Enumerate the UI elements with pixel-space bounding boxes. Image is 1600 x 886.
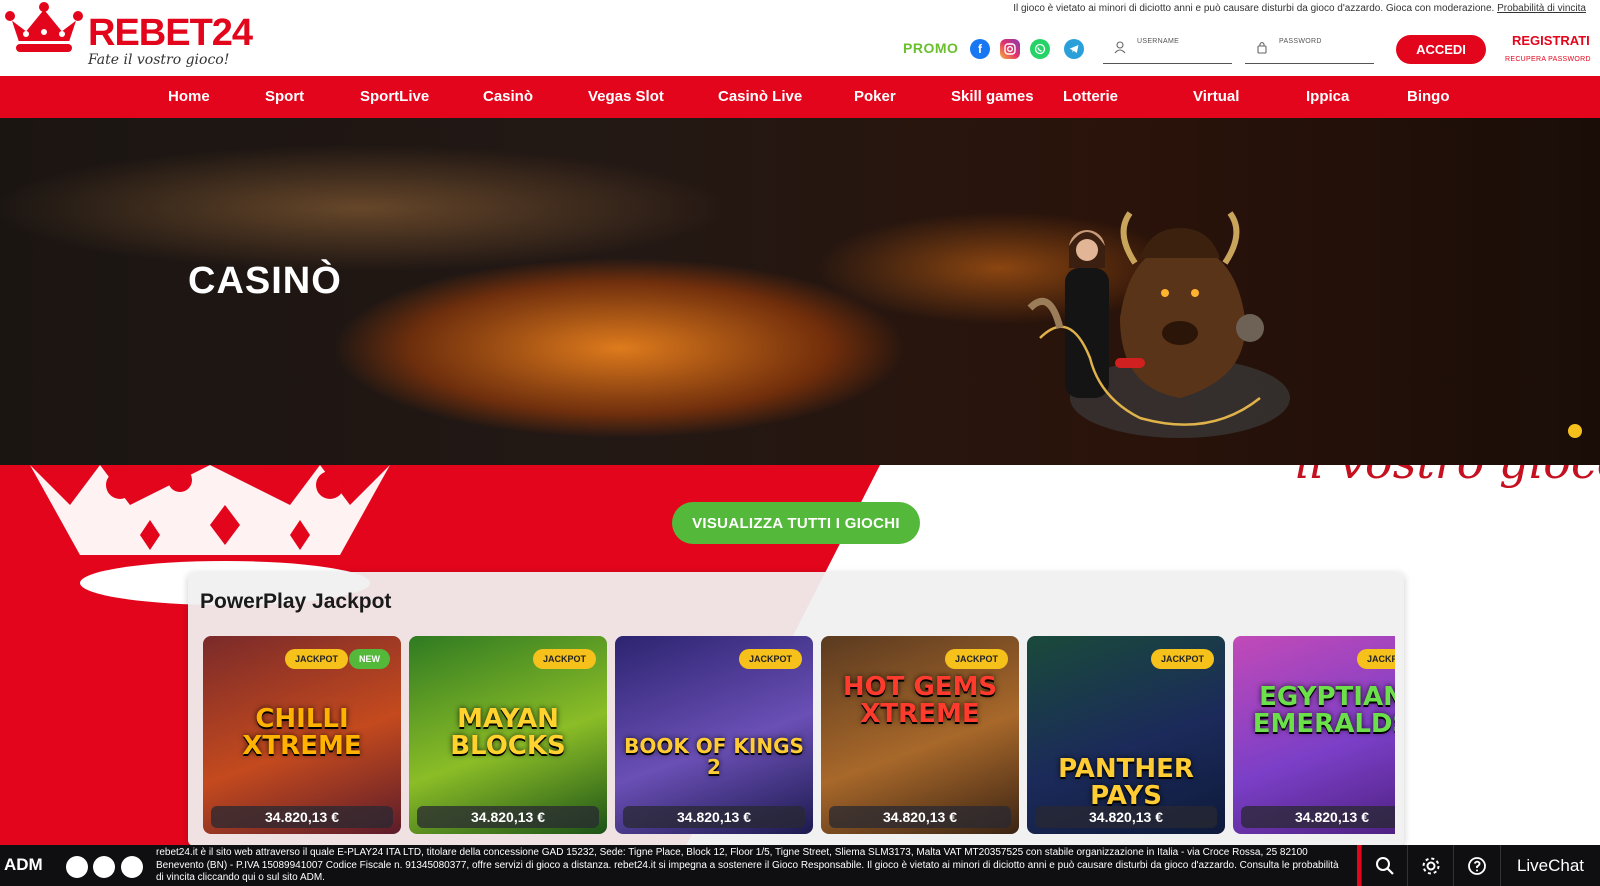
section-title: PowerPlay Jackpot: [200, 590, 392, 613]
main-nav: Home Sport SportLive Casinò Vegas Slot C…: [0, 76, 1600, 118]
age-disclaimer: Il gioco è vietato ai minori di diciotto…: [1013, 3, 1586, 14]
adm-logo[interactable]: ADM: [4, 855, 43, 875]
logo-wordmark-number: 24: [211, 12, 253, 54]
game-card-book-of-kings-2[interactable]: BOOK OF KINGS 2 JACKPOT 34.820,13 €: [615, 636, 813, 834]
gioco-legale-badge-icon: [121, 856, 143, 878]
jackpot-amount: 34.820,13 €: [623, 806, 805, 828]
jackpot-amount: 34.820,13 €: [1241, 806, 1395, 828]
jackpot-badge: JACKP: [1357, 649, 1395, 669]
nav-item-virtual[interactable]: Virtual: [1193, 88, 1239, 105]
search-icon[interactable]: [1361, 845, 1407, 886]
telegram-icon[interactable]: [1064, 39, 1084, 59]
view-all-games-button[interactable]: VISUALIZZA TUTTI I GIOCHI: [672, 502, 920, 544]
gear-icon[interactable]: [1407, 845, 1453, 886]
site-logo[interactable]: REBET24 Fate il vostro gioco!: [4, 0, 284, 74]
game-card-egyptian-emeralds[interactable]: EGYPTIAN EMERALDS JACKP 34.820,13 €: [1233, 636, 1395, 834]
username-field[interactable]: USERNAME: [1103, 34, 1232, 64]
jackpot-badge: JACKPOT: [739, 649, 803, 669]
nav-item-casino[interactable]: Casinò: [483, 88, 533, 105]
jackpot-badge: JACKPOT: [533, 649, 597, 669]
jackpot-badge: JACKPOT: [945, 649, 1009, 669]
hero-title: CASINÒ: [188, 260, 342, 302]
help-icon[interactable]: [1453, 845, 1499, 886]
username-label: USERNAME: [1137, 38, 1180, 45]
crown-logo-icon: [5, 2, 83, 52]
nav-item-home[interactable]: Home: [168, 88, 210, 105]
login-button[interactable]: ACCEDI: [1396, 35, 1486, 64]
carousel-dot[interactable]: [1568, 424, 1582, 438]
jackpot-amount: 34.820,13 €: [417, 806, 599, 828]
background-tagline: il vostro gioco!: [1295, 465, 1600, 489]
nav-item-bingo[interactable]: Bingo: [1407, 88, 1450, 105]
whatsapp-icon[interactable]: [1030, 39, 1050, 59]
games-carousel: CHILLI XTREME JACKPOT NEW 34.820,13 € MA…: [203, 636, 1395, 836]
gioco-sicuro-badge-icon: [93, 856, 115, 878]
adm-label: ADM: [4, 855, 43, 874]
game-title: HOT GEMS XTREME: [842, 672, 998, 730]
game-card-panther-pays[interactable]: PANTHER PAYS JACKPOT 34.820,13 €: [1027, 636, 1225, 834]
new-badge: NEW: [349, 649, 390, 669]
game-title: BOOK OF KINGS 2: [624, 734, 804, 779]
legal-text: rebet24.it è il sito web attraverso il q…: [156, 847, 1339, 883]
winning-odds-link[interactable]: Probabilità di vincita: [1497, 3, 1586, 14]
nav-item-vegas-slot[interactable]: Vegas Slot: [588, 88, 664, 105]
nav-item-sport[interactable]: Sport: [265, 88, 304, 105]
password-field[interactable]: PASSWORD: [1245, 34, 1374, 64]
game-title: MAYAN BLOCKS: [450, 704, 566, 762]
game-card-chilli-xtreme[interactable]: CHILLI XTREME JACKPOT NEW 34.820,13 €: [203, 636, 401, 834]
nav-item-skill-games[interactable]: Skill games: [951, 88, 1034, 105]
game-title: EGYPTIAN EMERALDS: [1252, 682, 1395, 740]
instagram-icon[interactable]: [1000, 39, 1020, 59]
recover-password-link[interactable]: RECUPERA PASSWORD: [1505, 56, 1591, 63]
jackpot-badge: JACKPOT: [285, 649, 349, 669]
nav-item-casino-live[interactable]: Casinò Live: [718, 88, 802, 105]
footer-bar: ADM rebet24.it è il sito web attraverso …: [0, 845, 1600, 886]
user-icon: [1113, 40, 1127, 54]
game-title: CHILLI XTREME: [242, 704, 362, 762]
hero-banner[interactable]: CASINÒ: [0, 118, 1600, 465]
jackpot-amount: 34.820,13 €: [211, 806, 393, 828]
logo-tagline: Fate il vostro gioco!: [88, 52, 230, 68]
nav-item-sportlive[interactable]: SportLive: [360, 88, 429, 105]
game-card-mayan-blocks[interactable]: MAYAN BLOCKS JACKPOT 34.820,13 €: [409, 636, 607, 834]
hero-illustration: [1027, 211, 1290, 438]
promo-link[interactable]: PROMO: [903, 40, 958, 56]
logo-wordmark: REBET24: [88, 12, 253, 54]
age-18-badge-icon: [66, 856, 88, 878]
nav-item-poker[interactable]: Poker: [854, 88, 896, 105]
jackpot-amount: 34.820,13 €: [829, 806, 1011, 828]
jackpot-amount: 34.820,13 €: [1035, 806, 1217, 828]
top-header: REBET24 Fate il vostro gioco! Il gioco è…: [0, 0, 1600, 76]
disclaimer-text: Il gioco è vietato ai minori di diciotto…: [1013, 3, 1495, 14]
game-card-hot-gems-xtreme[interactable]: HOT GEMS XTREME JACKPOT 34.820,13 €: [821, 636, 1019, 834]
password-input[interactable]: [1275, 46, 1365, 60]
username-input[interactable]: [1133, 46, 1223, 60]
game-title: PANTHER PAYS: [1058, 754, 1194, 812]
register-link[interactable]: REGISTRATI: [1512, 33, 1590, 48]
lock-icon: [1255, 40, 1269, 54]
facebook-icon[interactable]: f: [970, 39, 990, 59]
password-label: PASSWORD: [1279, 38, 1322, 45]
nav-item-ippica[interactable]: Ippica: [1306, 88, 1349, 105]
nav-item-lotterie[interactable]: Lotterie: [1063, 88, 1118, 105]
jackpot-badge: JACKPOT: [1151, 649, 1215, 669]
logo-wordmark-text: REBET: [88, 12, 213, 54]
live-chat-button[interactable]: LiveChat: [1500, 845, 1600, 886]
powerplay-jackpot-panel: PowerPlay Jackpot CHILLI XTREME JACKPOT …: [188, 572, 1404, 846]
